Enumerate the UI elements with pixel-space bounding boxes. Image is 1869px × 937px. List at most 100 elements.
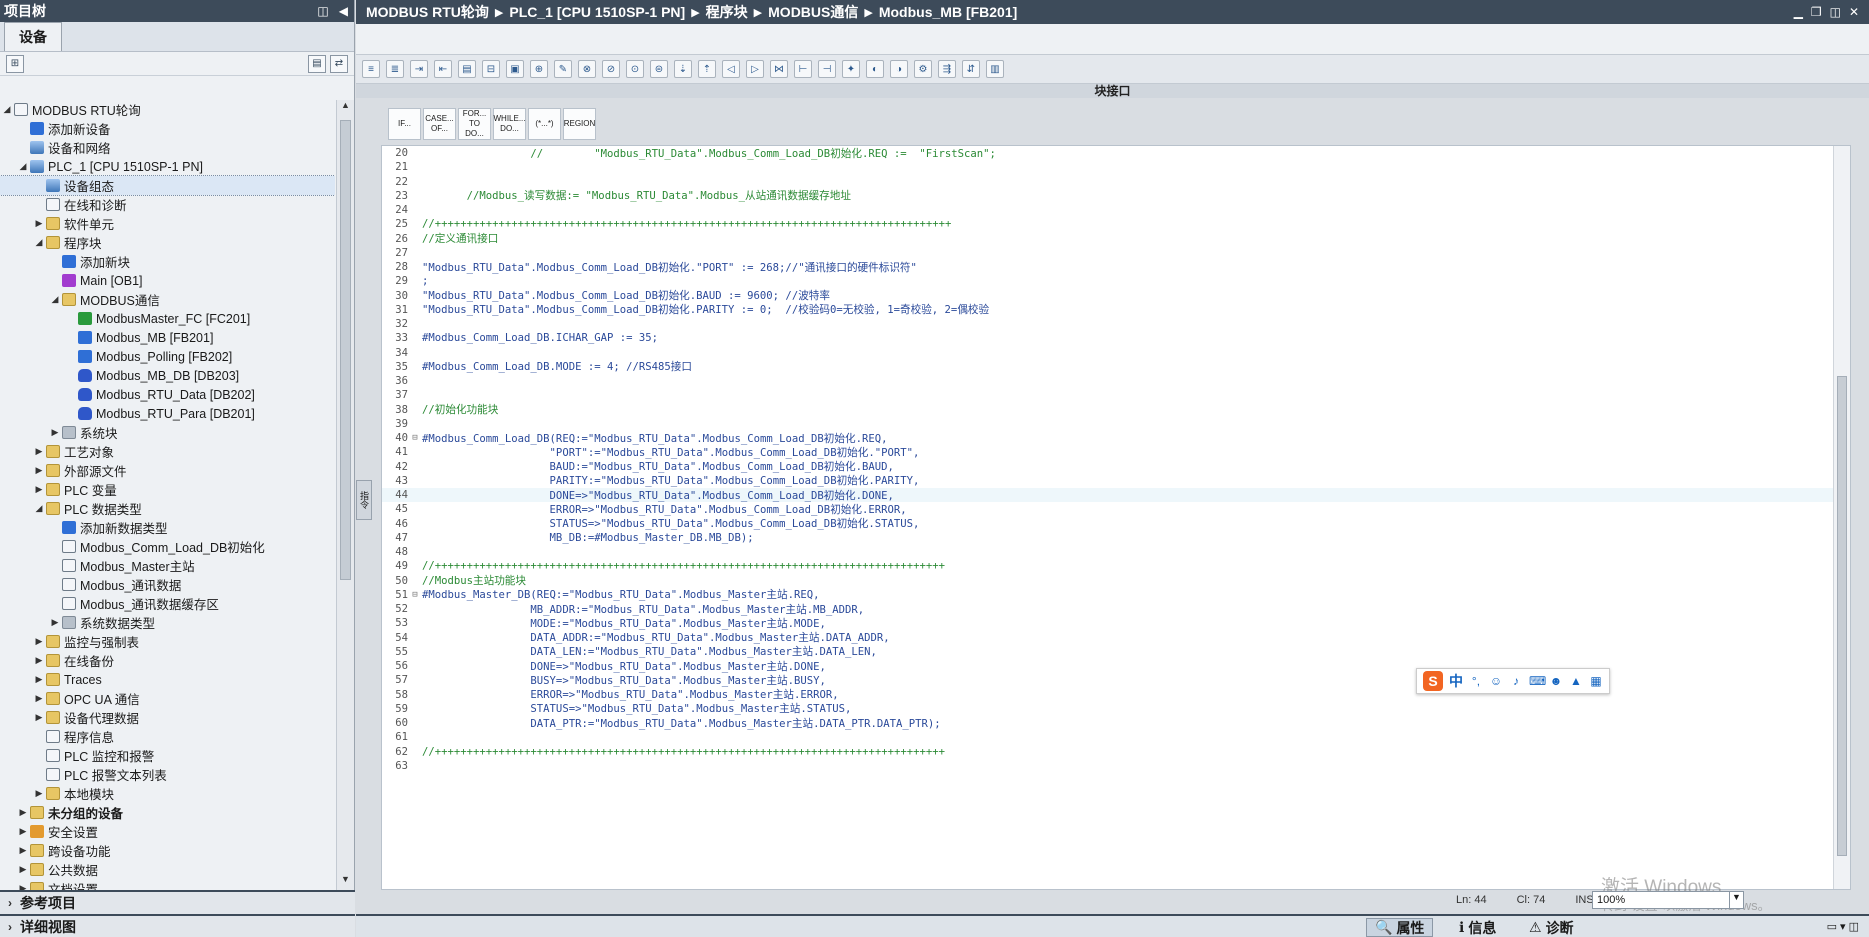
tree-item[interactable]: ▶ 安全设置	[0, 822, 335, 841]
toolbar-tool-icon[interactable]: ⊢	[794, 60, 812, 78]
code-line[interactable]: 63	[382, 759, 1834, 773]
comment-button[interactable]: (*...*)	[528, 108, 561, 140]
tree-item[interactable]: ▶ 工艺对象	[0, 442, 335, 461]
tree-item[interactable]: ▶ 在线备份	[0, 651, 335, 670]
show-hide-icon[interactable]: ⇄	[330, 54, 348, 73]
tree-item[interactable]: ▶ 监控与强制表	[0, 632, 335, 651]
tree-item[interactable]: Modbus_MB [FB201]	[0, 328, 335, 347]
tree-item[interactable]: Modbus_RTU_Para [DB201]	[0, 404, 335, 423]
toolbar-tool-icon[interactable]: ⊕	[530, 60, 548, 78]
breadcrumb-project[interactable]: MODBUS RTU轮询	[366, 2, 489, 22]
tree-item[interactable]: ▶ 设备代理数据	[0, 708, 335, 727]
dock-icon[interactable]: ◫	[317, 4, 328, 18]
case-button[interactable]: CASE... OF...	[423, 108, 456, 140]
expand-arrow-icon[interactable]: ▶	[16, 845, 30, 856]
expand-arrow-icon[interactable]: ▶	[16, 807, 30, 818]
code-line[interactable]: 34	[382, 346, 1834, 360]
if-button[interactable]: IF...	[388, 108, 421, 140]
tree-item[interactable]: 设备组态	[0, 175, 335, 196]
skin-icon[interactable]: ▲	[1569, 674, 1583, 688]
reference-projects-section[interactable]: › 参考项目	[0, 890, 355, 914]
toolbar-tool-icon[interactable]: ⊘	[602, 60, 620, 78]
toolbar-tool-icon[interactable]: ▥	[986, 60, 1004, 78]
toolbar-tool-icon[interactable]: ⇥	[410, 60, 428, 78]
code-line[interactable]: 51 ⊟ #Modbus_Master_DB(REQ:="Modbus_RTU_Da…	[382, 588, 1834, 602]
tree-item[interactable]: ▶ 外部源文件	[0, 461, 335, 480]
expand-arrow-icon[interactable]: ›	[0, 896, 20, 910]
code-line[interactable]: 20 // "Modbus_RTU_Data".Modbus_Comm_Load…	[382, 146, 1834, 160]
tab-properties[interactable]: 🔍 属性	[1366, 918, 1434, 937]
tree-item[interactable]: 添加新块	[0, 252, 335, 271]
tree-item[interactable]: ◢ PLC_1 [CPU 1510SP-1 PN]	[0, 157, 335, 176]
breadcrumb-program-blocks[interactable]: 程序块	[706, 2, 748, 22]
code-line[interactable]: 27	[382, 246, 1834, 260]
tree-item[interactable]: ▶ 系统数据类型	[0, 613, 335, 632]
code-line[interactable]: 45 ERROR=>"Modbus_RTU_Data".Modbus_Comm_…	[382, 502, 1834, 516]
for-button[interactable]: FOR... TO DO...	[458, 108, 491, 140]
tree-item[interactable]: PLC 监控和报警	[0, 746, 335, 765]
tree-item[interactable]: Modbus_Polling [FB202]	[0, 347, 335, 366]
tab-devices[interactable]: 设备	[4, 22, 62, 51]
toolbar-tool-icon[interactable]: ◁	[722, 60, 740, 78]
code-line[interactable]: 46 STATUS=>"Modbus_RTU_Data".Modbus_Comm…	[382, 517, 1834, 531]
code-line[interactable]: 38 //初始化功能块	[382, 403, 1834, 417]
tree-item[interactable]: Modbus_Comm_Load_DB初始化	[0, 537, 335, 556]
code-line[interactable]: 47 MB_DB:=#Modbus_Master_DB.MB_DB);	[382, 531, 1834, 545]
ime-chinese-mode[interactable]: 中	[1449, 671, 1463, 691]
toolbar-tool-icon[interactable]: ≡	[362, 60, 380, 78]
toolbar-tool-icon[interactable]: ⇵	[962, 60, 980, 78]
minimize-icon[interactable]: ▁	[1794, 5, 1803, 19]
breadcrumb-block[interactable]: Modbus_MB [FB201]	[879, 4, 1017, 20]
ime-toolbar[interactable]: S 中 °, ☺ ♪ ⌨ ☻ ▲ ▦	[1416, 668, 1610, 694]
expand-arrow-icon[interactable]: ▶	[32, 218, 46, 229]
tree-item[interactable]: ▶ OPC UA 通信	[0, 689, 335, 708]
code-line[interactable]: 30 "Modbus_RTU_Data".Modbus_Comm_Load_DB初…	[382, 289, 1834, 303]
chevron-down-icon[interactable]: ▼	[1729, 892, 1743, 908]
block-interface-bar[interactable]: 块接口	[356, 84, 1869, 98]
scroll-up-icon[interactable]: ▲	[337, 100, 354, 116]
code-line[interactable]: 29;	[382, 274, 1834, 288]
toolbar-tool-icon[interactable]: ⇤	[434, 60, 452, 78]
toolbar-tool-icon[interactable]: ⊜	[650, 60, 668, 78]
tree-item[interactable]: 在线和诊断	[0, 195, 335, 214]
close-icon[interactable]: ✕	[1849, 5, 1859, 19]
code-line[interactable]: 25 //++++++++++++++++++++++++++++++++++++…	[382, 217, 1834, 231]
expand-arrow-icon[interactable]: ◢	[48, 294, 62, 305]
tree-item[interactable]: ▶ 软件单元	[0, 214, 335, 233]
punctuation-icon[interactable]: °,	[1469, 674, 1483, 688]
scroll-down-icon[interactable]: ▼	[337, 874, 354, 890]
network-view-icon[interactable]: ⊞	[6, 54, 24, 73]
tree-scrollbar[interactable]: ▲ ▼	[336, 100, 354, 890]
tree-item[interactable]: Modbus_通讯数据	[0, 575, 335, 594]
expand-arrow-icon[interactable]: ◢	[16, 161, 30, 172]
expand-arrow-icon[interactable]: ▶	[32, 693, 46, 704]
code-line[interactable]: 26 //定义通讯接口	[382, 232, 1834, 246]
code-line[interactable]: 59 STATUS=>"Modbus_RTU_Data".Modbus_Mast…	[382, 702, 1834, 716]
code-line[interactable]: 58 ERROR=>"Modbus_RTU_Data".Modbus_Maste…	[382, 688, 1834, 702]
editor-scrollbar[interactable]	[1833, 146, 1850, 889]
tree-item[interactable]: ▶ 跨设备功能	[0, 841, 335, 860]
expand-arrow-icon[interactable]: ▶	[32, 465, 46, 476]
tree-item[interactable]: ModbusMaster_FC [FC201]	[0, 309, 335, 328]
tree-item[interactable]: 添加新设备	[0, 119, 335, 138]
code-area[interactable]: 20 // "Modbus_RTU_Data".Modbus_Comm_Load…	[382, 146, 1834, 891]
zoom-select[interactable]: 100% ▼	[1592, 891, 1744, 909]
tree-item[interactable]: ▶ 文档设置	[0, 879, 335, 890]
expand-arrow-icon[interactable]: ▶	[16, 864, 30, 875]
code-line[interactable]: 62 //++++++++++++++++++++++++++++++++++++…	[382, 745, 1834, 759]
toolbar-tool-icon[interactable]: ⇡	[698, 60, 716, 78]
code-line[interactable]: 60 DATA_PTR:="Modbus_RTU_Data".Modbus_Ma…	[382, 716, 1834, 730]
inspector-window-controls[interactable]: ▭ ▾ ◫	[1827, 920, 1859, 933]
code-line[interactable]: 37	[382, 388, 1834, 402]
overview-icon[interactable]: ▤	[308, 54, 326, 73]
code-line[interactable]: 33 #Modbus_Comm_Load_DB.ICHAR_GAP := 35;	[382, 331, 1834, 345]
toolbar-tool-icon[interactable]: ⊣	[818, 60, 836, 78]
code-line[interactable]: 53 MODE:="Modbus_RTU_Data".Modbus_Master…	[382, 616, 1834, 630]
expand-arrow-icon[interactable]: ▶	[32, 674, 46, 685]
toolbar-tool-icon[interactable]: ▷	[746, 60, 764, 78]
toolbox-icon[interactable]: ▦	[1589, 674, 1603, 688]
while-button[interactable]: WHILE... DO...	[493, 108, 526, 140]
code-line[interactable]: 23 //Modbus_读写数据:= "Modbus_RTU_Data".Mod…	[382, 189, 1834, 203]
code-line[interactable]: 32	[382, 317, 1834, 331]
tree-item[interactable]: ◢ MODBUS RTU轮询	[0, 100, 335, 119]
